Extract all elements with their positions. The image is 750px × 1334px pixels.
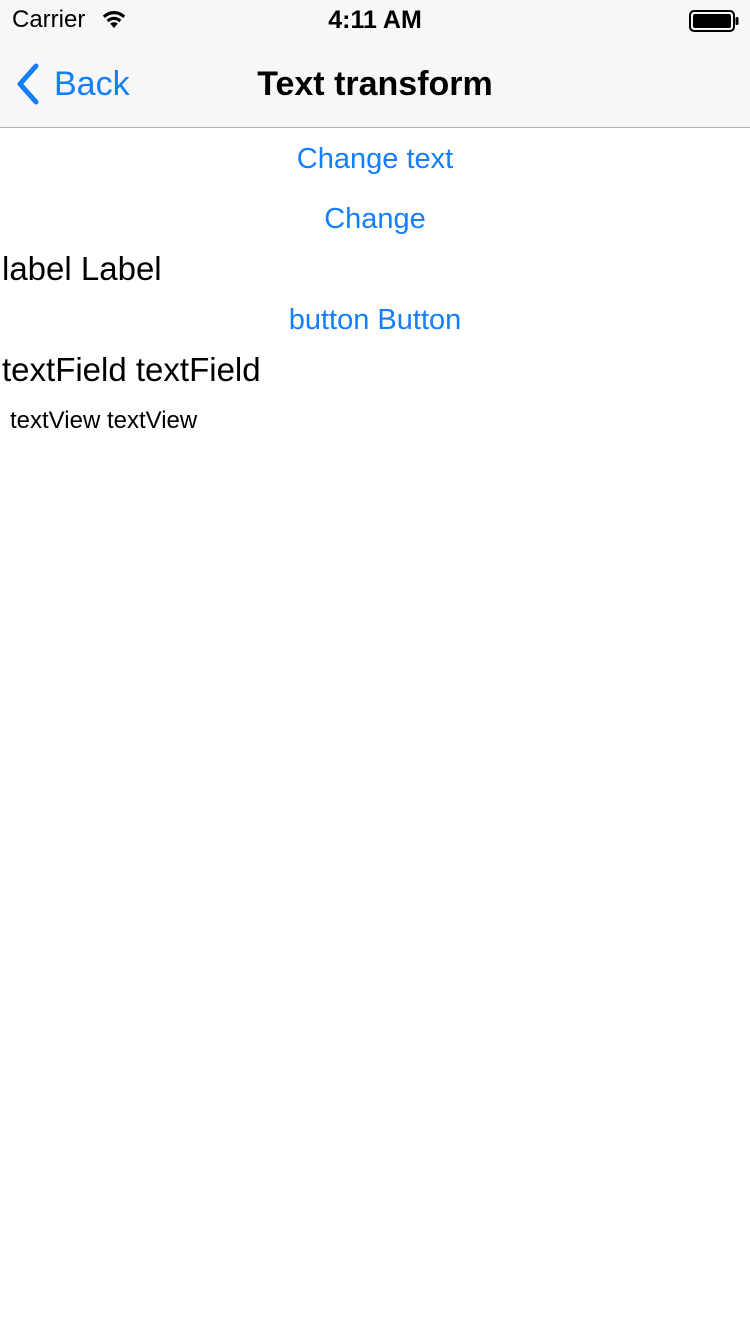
status-bar: Carrier 4:11 AM bbox=[0, 0, 750, 40]
page-title: Text transform bbox=[257, 65, 493, 103]
battery-full-icon bbox=[689, 10, 739, 32]
top-bar: Carrier 4:11 AM Back Text transform bbox=[0, 0, 750, 128]
sample-text-view[interactable]: textView textView bbox=[10, 405, 740, 437]
change-button[interactable]: Change bbox=[0, 199, 750, 239]
change-text-button[interactable]: Change text bbox=[0, 139, 750, 179]
navigation-bar: Back Text transform bbox=[0, 40, 750, 128]
sample-label: label Label bbox=[2, 250, 162, 287]
sample-button[interactable]: button Button bbox=[0, 300, 750, 340]
clock: 4:11 AM bbox=[328, 6, 422, 34]
sample-text-field[interactable] bbox=[2, 349, 742, 391]
